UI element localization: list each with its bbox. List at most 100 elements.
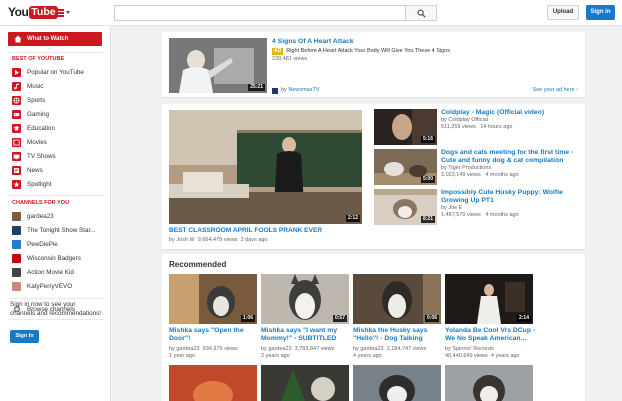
- see-your-ad-link[interactable]: See your ad here ›: [532, 87, 578, 94]
- channel-label: PewDiePie: [27, 240, 58, 248]
- masthead: You Tube Upload Sign in: [0, 0, 622, 26]
- guide-menu-icon[interactable]: [57, 8, 71, 18]
- ad-thumbnail[interactable]: 25:21: [169, 38, 267, 93]
- guide-sidebar: What to Watch BEST OF YOUTUBE Popular on…: [0, 26, 111, 401]
- by-prefix: by: [261, 346, 267, 352]
- duration-badge: 25:21: [248, 84, 265, 91]
- channel-item-action-movie-kid[interactable]: Action Movie Kid: [12, 266, 74, 278]
- recommended-thumbnail[interactable]: [261, 365, 349, 401]
- guide-item-label: Sports: [27, 96, 46, 104]
- home-icon: [14, 35, 22, 43]
- channel-name[interactable]: gardea23: [176, 346, 199, 352]
- recommended-thumbnail[interactable]: [445, 365, 533, 401]
- channel-name[interactable]: Tiger Productions: [448, 165, 491, 171]
- side-video-title[interactable]: Coldplay - Magic (Official video): [441, 109, 576, 117]
- guide-item-news[interactable]: News: [12, 164, 43, 176]
- divider: [8, 195, 104, 196]
- featured-thumbnail[interactable]: 2:12: [169, 110, 362, 224]
- recommended-meta: by gardea23 934,979 views: [169, 346, 238, 353]
- news-icon: [12, 165, 21, 175]
- side-video-thumbnail[interactable]: 5:00: [374, 149, 437, 185]
- movies-icon: [12, 137, 21, 147]
- guide-item-spotlight[interactable]: Spotlight: [12, 178, 52, 190]
- ad-byline: by NewsmaxTV: [272, 87, 320, 94]
- channel-name[interactable]: Coldplay Official: [448, 117, 488, 123]
- views: 3,783,847 views: [294, 346, 335, 352]
- duration-badge: 2:12: [345, 215, 360, 222]
- recommended-title[interactable]: Yolanda Be Cool Vrs DCup - We No Speak A…: [445, 327, 537, 343]
- age: 4 years ago: [490, 353, 520, 359]
- featured-meta: by Josh W 9,664,479 views 2 days ago: [169, 237, 267, 244]
- what-to-watch-label: What to Watch: [27, 36, 69, 42]
- recommended-thumbnail[interactable]: 2:14: [445, 274, 533, 324]
- by-prefix: by: [169, 237, 175, 243]
- recommended-thumbnail[interactable]: 1:06: [169, 274, 257, 324]
- side-video-stats: 1,487,570 views 4 months ago: [441, 212, 519, 219]
- recommended-thumbnail[interactable]: 0:57: [261, 274, 349, 324]
- channel-label: The Tonight Show Star...: [27, 226, 96, 234]
- sign-in-button[interactable]: Sign in: [586, 5, 615, 20]
- recommended-thumbnail[interactable]: [169, 365, 257, 401]
- guide-item-music[interactable]: Music: [12, 80, 43, 92]
- recommended-thumbnail[interactable]: [353, 365, 441, 401]
- best-of-youtube-heading: BEST OF YOUTUBE: [12, 56, 65, 62]
- channel-avatar: [12, 281, 21, 291]
- guide-item-popular[interactable]: Popular on YouTube: [12, 66, 84, 78]
- channel-label: KatyPerryVEVO: [27, 282, 73, 290]
- recommended-heading: Recommended: [169, 260, 227, 269]
- duration-badge: 2:14: [516, 315, 531, 322]
- side-video-title[interactable]: Dogs and cats meeting for the first time…: [441, 149, 576, 165]
- ad-title[interactable]: 4 Signs Of A Heart Attack: [272, 38, 572, 46]
- channel-item-gardea23[interactable]: gardea23: [12, 210, 54, 222]
- recommended-thumbnail[interactable]: 0:06: [353, 274, 441, 324]
- featured-title[interactable]: BEST CLASSROOM APRIL FOOLS PRANK EVER: [169, 227, 369, 235]
- channel-item-tonight-show[interactable]: The Tonight Show Star...: [12, 224, 96, 236]
- divider: [8, 319, 104, 320]
- channel-name[interactable]: Joe E: [448, 205, 462, 211]
- recommended-meta: by gardea23 2,184,747 views: [353, 346, 426, 353]
- side-video-channel: by Coldplay Official: [441, 117, 488, 124]
- ad-views: 239,481 views: [272, 56, 308, 62]
- what-to-watch-item[interactable]: What to Watch: [8, 32, 102, 46]
- channel-name[interactable]: gardea23: [360, 346, 383, 352]
- guide-item-sports[interactable]: Sports: [12, 94, 45, 106]
- duration-badge: 8:21: [420, 216, 435, 223]
- guide-item-label: Education: [27, 124, 56, 132]
- channel-avatar: [272, 87, 278, 94]
- recommended-title[interactable]: Mishka the Husky says "Hello"! - Dog Tal…: [353, 327, 441, 343]
- duration-badge: 0:06: [424, 315, 439, 322]
- channel-item-pewdiepie[interactable]: PewDiePie: [12, 238, 58, 250]
- recommended-age: 4 years ago: [353, 353, 382, 359]
- channels-for-you-heading: CHANNELS FOR YOU: [12, 200, 70, 206]
- upload-button[interactable]: Upload: [547, 5, 579, 20]
- duration-badge: 5:16: [420, 136, 435, 143]
- channel-name[interactable]: Spinnin' Records: [452, 346, 493, 352]
- channel-name[interactable]: gardea23: [268, 346, 291, 352]
- search-button[interactable]: [405, 5, 437, 21]
- guide-item-education[interactable]: Education: [12, 122, 55, 134]
- guide-item-label: Music: [27, 82, 44, 90]
- featured-card: 2:12 BEST CLASSROOM APRIL FOOLS PRANK EV…: [162, 104, 585, 249]
- sidebar-sign-in-button[interactable]: Sign In: [10, 330, 39, 343]
- recommended-title[interactable]: Mishka says "Open the Door"!: [169, 327, 257, 343]
- side-video-thumbnail[interactable]: 8:21: [374, 189, 437, 225]
- side-video-title[interactable]: Impossibly Cute Husky Puppy: Wolfie Grow…: [441, 189, 576, 205]
- youtube-logo[interactable]: You Tube: [8, 5, 58, 19]
- guide-item-label: Movies: [27, 138, 47, 146]
- side-video-thumbnail[interactable]: 5:16: [374, 109, 437, 145]
- guide-item-movies[interactable]: Movies: [12, 136, 47, 148]
- search-input[interactable]: [114, 5, 406, 21]
- guide-item-gaming[interactable]: Gaming: [12, 108, 49, 120]
- recommended-meta: by gardea23 3,783,847 views: [261, 346, 334, 353]
- recommended-title[interactable]: Mishka says "I want my Mommy!" - SUBTITL…: [261, 327, 349, 343]
- ad-channel-link[interactable]: NewsmaxTV: [288, 87, 319, 94]
- featured-age: 2 days ago: [240, 237, 268, 243]
- guide-item-tv-shows[interactable]: TV Shows: [12, 150, 56, 162]
- channel-item-katyperryvevo[interactable]: KatyPerryVEVO: [12, 280, 72, 292]
- divider: [8, 298, 104, 299]
- recommended-meta: by Spinnin' Records: [445, 346, 494, 353]
- ad-card: 25:21 4 Signs Of A Heart Attack AD Right …: [162, 32, 585, 97]
- channel-label: Action Movie Kid: [27, 268, 74, 276]
- featured-channel[interactable]: Josh W: [176, 237, 194, 243]
- channel-item-wisconsin-badgers[interactable]: Wisconsin Badgers: [12, 252, 81, 264]
